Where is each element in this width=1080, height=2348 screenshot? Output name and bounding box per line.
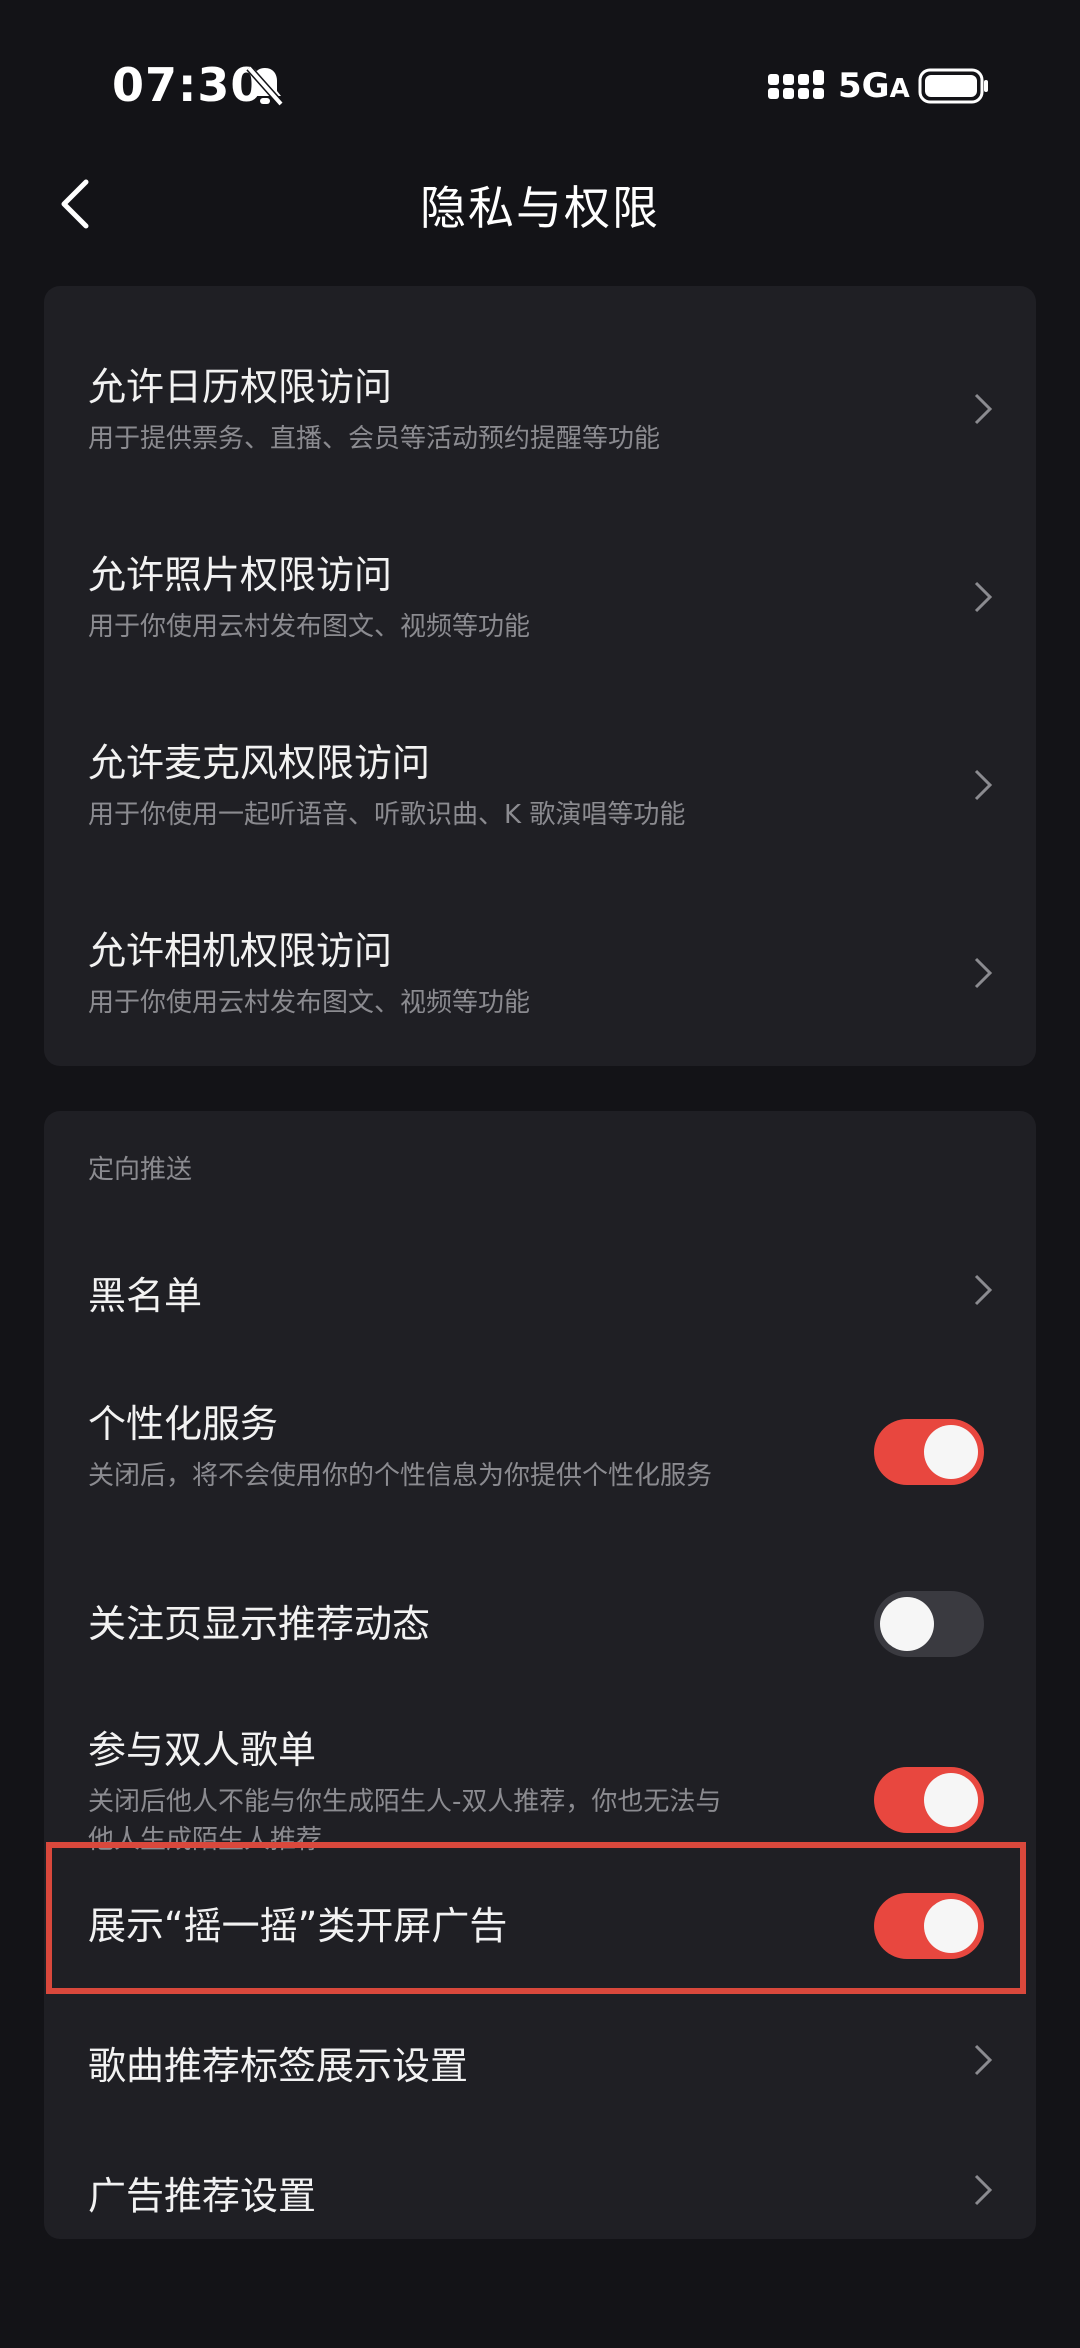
row-title: 广告推荐设置 [88, 2174, 317, 2218]
toggle-knob [880, 1597, 934, 1651]
status-time: 07:30 [112, 58, 264, 112]
bell-slash-icon [246, 65, 284, 107]
row-title: 允许照片权限访问 [88, 553, 393, 597]
chevron-right-icon [974, 957, 993, 989]
row-subtitle: 用于你使用云村发布图文、视频等功能 [88, 612, 531, 642]
chevron-right-icon [974, 2044, 993, 2076]
row-title: 允许相机权限访问 [88, 929, 393, 973]
permissions-card: 允许日历权限访问 用于提供票务、直播、会员等活动预约提醒等功能 允许照片权限访问… [44, 286, 1036, 1066]
chevron-right-icon [974, 2174, 993, 2206]
row-title: 黑名单 [88, 1274, 203, 1318]
song-tags-row[interactable]: 歌曲推荐标签展示设置 [44, 1997, 1036, 2127]
permission-row-microphone[interactable]: 允许麦克风权限访问 用于你使用一起听语音、听歌识曲、K 歌演唱等功能 [44, 664, 1036, 852]
row-title: 允许麦克风权限访问 [88, 741, 431, 785]
toggle-knob [924, 1899, 978, 1953]
row-title: 参与双人歌单 [88, 1728, 317, 1772]
follow-recommend-row: 关注页显示推荐动态 [44, 1563, 1036, 1703]
status-bar: 07:30 5GA [0, 0, 1080, 170]
permission-row-calendar[interactable]: 允许日历权限访问 用于提供票务、直播、会员等活动预约提醒等功能 [44, 286, 1036, 476]
chevron-right-icon [974, 1274, 993, 1306]
chevron-right-icon [974, 581, 993, 613]
section-label: 定向推送 [88, 1155, 193, 1185]
permission-row-photos[interactable]: 允许照片权限访问 用于你使用云村发布图文、视频等功能 [44, 476, 1036, 664]
toggle-knob [924, 1773, 978, 1827]
chevron-right-icon [974, 769, 993, 801]
shake-ad-toggle[interactable] [874, 1893, 984, 1959]
battery-icon [918, 68, 988, 104]
row-subtitle: 用于你使用云村发布图文、视频等功能 [88, 988, 531, 1018]
permission-row-camera[interactable]: 允许相机权限访问 用于你使用云村发布图文、视频等功能 [44, 852, 1036, 1066]
shake-ad-row: 展示“摇一摇”类开屏广告 [44, 1847, 1036, 1997]
row-subtitle: 用于你使用一起听语音、听歌识曲、K 歌演唱等功能 [88, 800, 686, 830]
row-title: 关注页显示推荐动态 [88, 1602, 431, 1646]
follow-recommend-toggle[interactable] [874, 1591, 984, 1657]
blacklist-row[interactable]: 黑名单 [44, 1221, 1036, 1363]
row-title: 允许日历权限访问 [88, 365, 393, 409]
network-type: 5GA [838, 66, 910, 106]
row-title: 个性化服务 [88, 1402, 279, 1446]
page-title: 隐私与权限 [420, 181, 660, 235]
personalized-service-toggle[interactable] [874, 1419, 984, 1485]
ad-settings-row[interactable]: 广告推荐设置 [44, 2127, 1036, 2239]
signal-dots-icon [768, 70, 824, 99]
toggle-knob [924, 1425, 978, 1479]
personalized-service-row: 个性化服务 关闭后，将不会使用你的个性信息为你提供个性化服务 [44, 1363, 1036, 1563]
chevron-right-icon [974, 393, 993, 425]
row-subtitle: 关闭后，将不会使用你的个性信息为你提供个性化服务 [88, 1461, 713, 1491]
duo-playlist-toggle[interactable] [874, 1767, 984, 1833]
row-subtitle: 关闭后他人不能与你生成陌生人-双人推荐，你也无法与 [88, 1787, 722, 1817]
row-title: 歌曲推荐标签展示设置 [88, 2044, 469, 2088]
row-subtitle: 用于提供票务、直播、会员等活动预约提醒等功能 [88, 424, 661, 454]
row-title: 展示“摇一摇”类开屏广告 [88, 1904, 508, 1948]
targeted-push-card: 定向推送 黑名单 个性化服务 关闭后，将不会使用你的个性信息为你提供个性化服务 … [44, 1111, 1036, 2239]
